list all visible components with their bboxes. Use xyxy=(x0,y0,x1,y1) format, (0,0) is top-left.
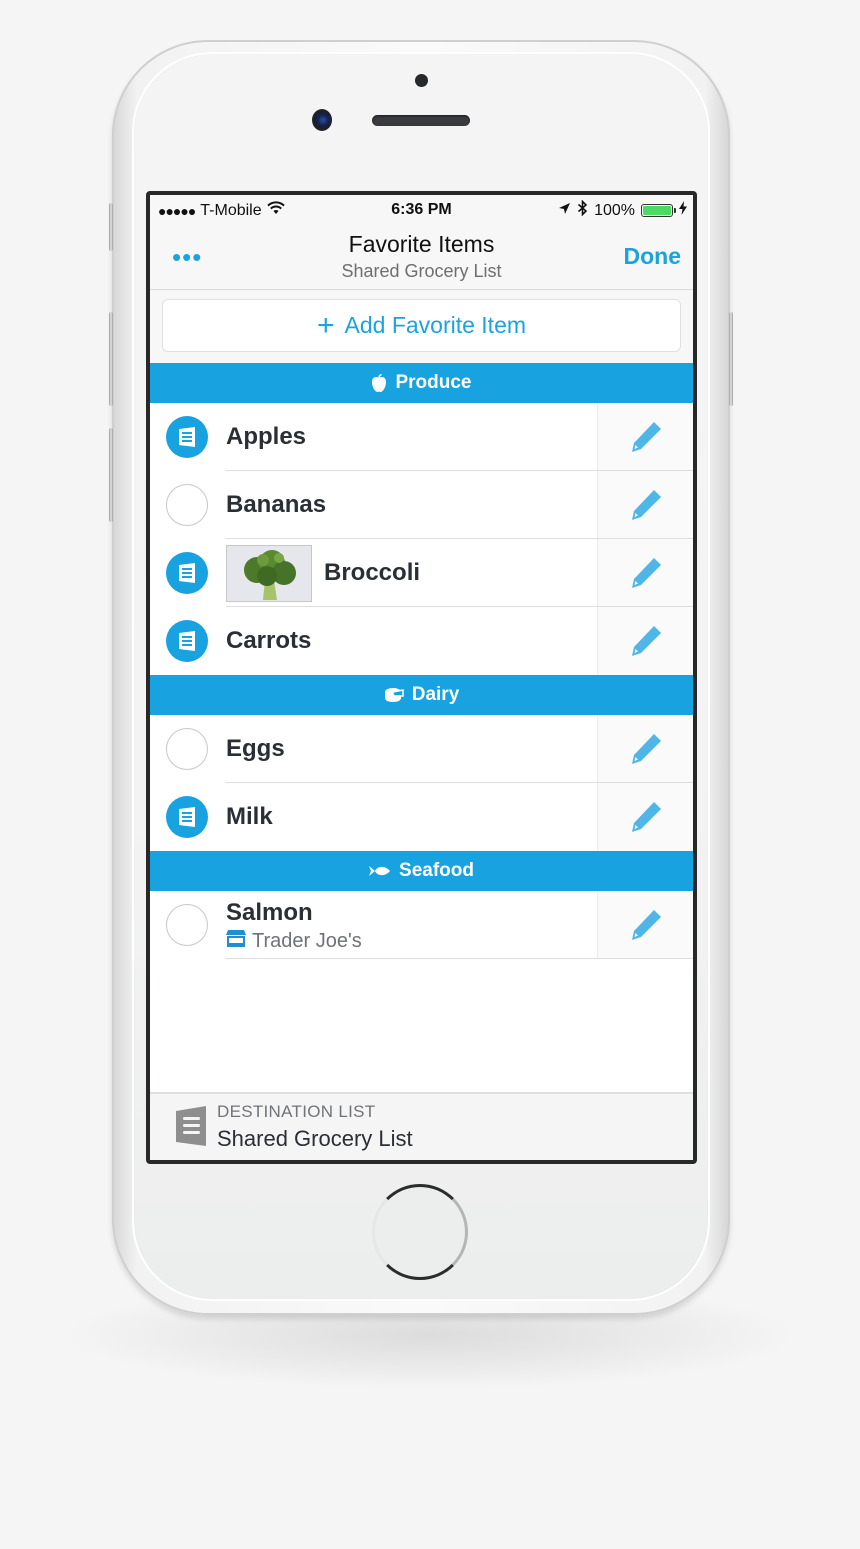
destination-list-bar[interactable]: DESTINATION LIST Shared Grocery List xyxy=(150,1092,693,1160)
in-list-toggle[interactable] xyxy=(166,796,208,838)
list-item[interactable]: Broccoli xyxy=(150,539,693,607)
charging-icon xyxy=(679,201,687,220)
list-item[interactable]: Eggs xyxy=(150,715,693,783)
pencil-icon xyxy=(631,626,661,656)
power-button xyxy=(729,312,733,406)
mute-switch xyxy=(109,203,113,251)
item-name: Carrots xyxy=(226,627,312,654)
proximity-sensor xyxy=(415,74,428,87)
row-divider xyxy=(226,958,693,959)
navigation-bar: ••• Favorite Items Shared Grocery List D… xyxy=(150,225,693,290)
item-name: Bananas xyxy=(226,491,327,518)
section-title: Dairy xyxy=(411,684,460,705)
in-list-toggle[interactable] xyxy=(166,904,208,946)
battery-percent: 100% xyxy=(594,201,635,219)
item-details: Salmon Trader Joe's xyxy=(226,899,362,953)
volume-up-button xyxy=(109,312,113,406)
list-icon xyxy=(179,427,195,447)
section-title: Produce xyxy=(395,372,472,393)
list-icon xyxy=(179,807,195,827)
favorites-list: Produce Apples Bananas Broccoli Carrots … xyxy=(150,363,693,959)
section-header-seafood: Seafood xyxy=(150,851,693,891)
in-list-toggle[interactable] xyxy=(166,416,208,458)
add-item-area: + Add Favorite Item xyxy=(150,290,693,363)
pencil-icon xyxy=(631,734,661,764)
cheese-icon xyxy=(384,687,404,703)
pencil-icon xyxy=(631,802,661,832)
item-name: Milk xyxy=(226,803,273,830)
item-name: Eggs xyxy=(226,735,285,762)
destination-list-value: Shared Grocery List xyxy=(217,1126,413,1151)
in-list-toggle[interactable] xyxy=(166,728,208,770)
broccoli-image xyxy=(227,546,311,601)
edit-button[interactable] xyxy=(597,539,693,607)
in-list-toggle[interactable] xyxy=(166,484,208,526)
location-arrow-icon xyxy=(558,202,571,220)
add-favorite-item-button[interactable]: + Add Favorite Item xyxy=(162,299,681,352)
item-photo[interactable] xyxy=(226,545,312,602)
plus-icon: + xyxy=(316,308,335,342)
home-button[interactable] xyxy=(372,1184,468,1280)
edit-button[interactable] xyxy=(597,471,693,539)
volume-down-button xyxy=(109,428,113,522)
pencil-icon xyxy=(631,422,661,452)
add-favorite-item-label: Add Favorite Item xyxy=(344,312,527,338)
battery-icon xyxy=(641,204,676,217)
item-name: Broccoli xyxy=(324,559,421,586)
apple-icon xyxy=(371,373,387,393)
edit-button[interactable] xyxy=(597,715,693,783)
pencil-icon xyxy=(631,490,661,520)
item-name: Salmon xyxy=(226,899,313,926)
list-icon xyxy=(179,563,195,583)
list-icon xyxy=(179,631,195,651)
pencil-icon xyxy=(631,558,661,588)
list-item[interactable]: Milk xyxy=(150,783,693,851)
in-list-toggle[interactable] xyxy=(166,552,208,594)
list-item[interactable]: Salmon Trader Joe's xyxy=(150,891,693,959)
list-item[interactable]: Carrots xyxy=(150,607,693,675)
section-header-produce: Produce xyxy=(150,363,693,403)
in-list-toggle[interactable] xyxy=(166,620,208,662)
store-icon xyxy=(226,930,246,953)
edit-button[interactable] xyxy=(597,891,693,959)
list-icon xyxy=(176,1106,206,1151)
edit-button[interactable] xyxy=(597,403,693,471)
pencil-icon xyxy=(631,910,661,940)
status-bar: ●●●●● T-Mobile 6:36 PM 100% xyxy=(150,195,693,225)
edit-button[interactable] xyxy=(597,607,693,675)
front-camera xyxy=(312,109,332,131)
section-title: Seafood xyxy=(399,860,474,881)
item-name: Apples xyxy=(226,423,307,450)
destination-list-label: DESTINATION LIST xyxy=(217,1102,376,1121)
store-name: Trader Joe's xyxy=(252,930,362,952)
list-item[interactable]: Apples xyxy=(150,403,693,471)
earpiece-speaker xyxy=(372,115,470,126)
bluetooth-icon xyxy=(577,199,588,221)
edit-button[interactable] xyxy=(597,783,693,851)
fish-icon xyxy=(369,865,391,877)
list-item[interactable]: Bananas xyxy=(150,471,693,539)
app-screen: ●●●●● T-Mobile 6:36 PM 100% ••• Favorite… xyxy=(150,195,693,1160)
page-title: Favorite Items xyxy=(348,231,495,257)
section-header-dairy: Dairy xyxy=(150,675,693,715)
page-subtitle: Shared Grocery List xyxy=(341,261,502,281)
phone-screen: ●●●●● T-Mobile 6:36 PM 100% ••• Favorite… xyxy=(146,191,697,1164)
done-button[interactable]: Done xyxy=(624,243,682,270)
item-store: Trader Joe's xyxy=(226,930,362,953)
